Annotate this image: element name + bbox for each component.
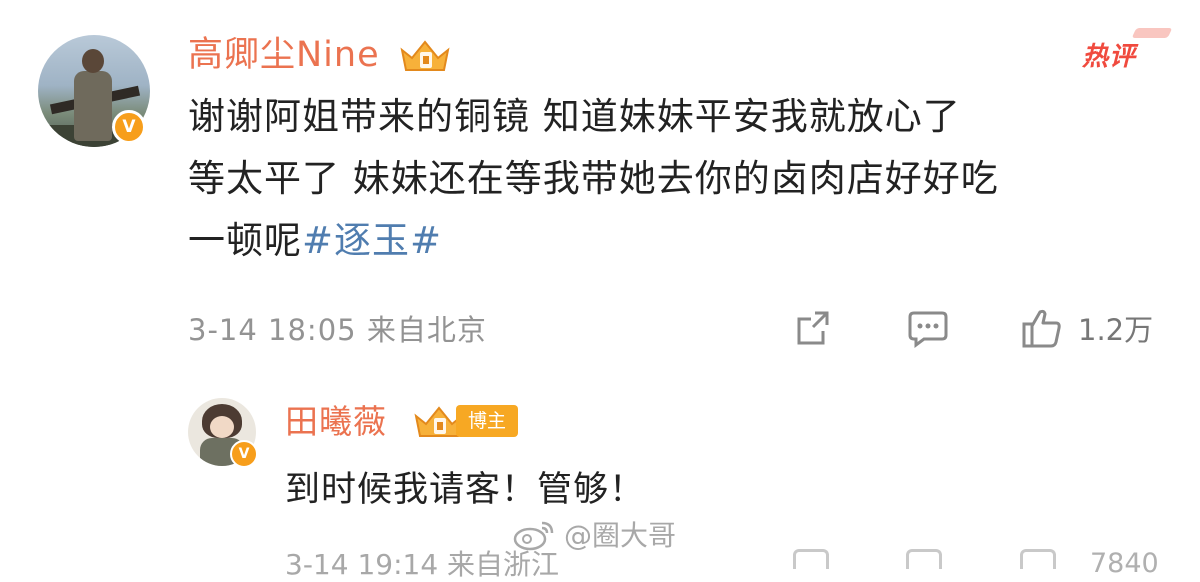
comment-text: 谢谢阿姐带来的铜镜 知道妹妹平安我就放心了 等太平了 妹妹还在等我带她去你的卤肉… <box>188 86 1168 272</box>
comment-line: 谢谢阿姐带来的铜镜 知道妹妹平安我就放心了 <box>188 95 961 138</box>
like-count: 1.2万 <box>1078 313 1154 347</box>
blogger-tag: 博主 <box>456 405 519 437</box>
comment-button[interactable] <box>906 305 950 351</box>
hashtag-link[interactable]: #逐玉# <box>302 219 442 262</box>
share-icon[interactable] <box>793 549 829 569</box>
reply-username[interactable]: 田曦薇 <box>285 402 387 442</box>
verified-icon: V <box>230 440 258 468</box>
weibo-comment-screenshot: V 高卿尘Nine 热评 谢谢阿姐带来的铜镜 知道妹妹平安我就放心了 等太平了 … <box>0 0 1200 581</box>
comment-meta: 3-14 18:05 来自北京 <box>188 313 487 347</box>
comment-line-last: 一顿呢#逐玉# <box>188 219 443 262</box>
reply-text: 到时候我请客！管够！ <box>285 470 646 510</box>
comment-line: 等太平了 妹妹还在等我带她去你的卤肉店好好吃 <box>188 157 999 200</box>
reply-like-count: 7840 <box>1090 548 1159 579</box>
comment-username[interactable]: 高卿尘Nine <box>188 35 380 75</box>
hot-comment-badge: 热评 <box>1082 28 1173 73</box>
share-button[interactable] <box>793 305 835 351</box>
like-button[interactable]: 1.2万 <box>1020 305 1153 351</box>
watermark-text: @圈大哥 <box>564 519 677 552</box>
comment-icon[interactable] <box>906 549 942 569</box>
weibo-logo-icon <box>513 521 554 551</box>
verified-icon: V <box>112 110 146 144</box>
like-icon <box>1022 309 1061 348</box>
watermark: @圈大哥 <box>512 514 676 554</box>
share-icon <box>797 311 829 345</box>
like-icon[interactable] <box>1020 549 1056 569</box>
comment-icon <box>908 311 948 348</box>
crown-icon <box>400 40 450 71</box>
